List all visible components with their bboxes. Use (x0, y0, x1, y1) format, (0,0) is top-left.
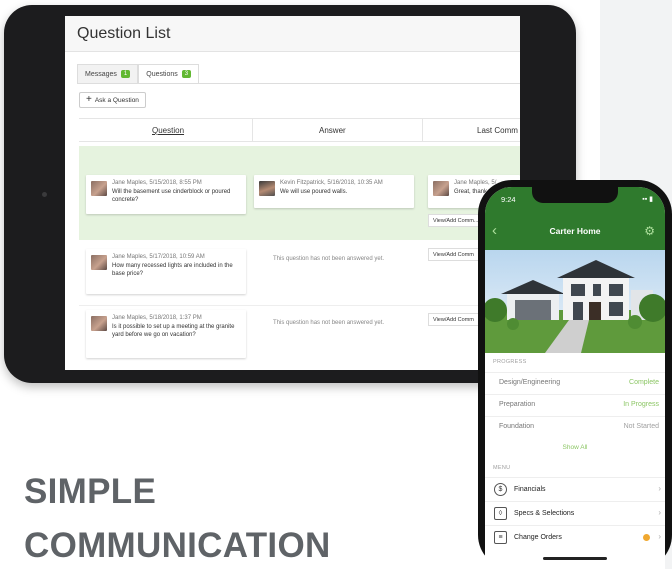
question-text: Will the basement use cinderblock or pou… (112, 188, 231, 204)
question-text: Is it possible to set up a meeting at th… (112, 323, 235, 339)
avatar (259, 181, 275, 196)
menu-item-label: Specs & Selections (514, 510, 575, 517)
table-header: Question Answer Last Comm (79, 118, 520, 142)
unanswered-status: This question has not been answered yet. (273, 320, 385, 326)
ask-question-button[interactable]: + Ask a Question (79, 92, 146, 108)
tab-bar: Messages 1 Questions 3 (77, 64, 200, 84)
tab-questions[interactable]: Questions 3 (138, 64, 200, 84)
table-row: Jane Maples, 5/15/2018, 8:55 PM Will the… (79, 146, 520, 240)
table-row: Jane Maples, 5/18/2018, 1:37 PM Is it po… (79, 310, 520, 370)
avatar (433, 181, 449, 196)
avatar (91, 255, 107, 270)
project-title: Carter Home (549, 226, 601, 236)
questions-count-badge: 3 (181, 70, 192, 78)
progress-label: Foundation (499, 423, 535, 430)
question-card: Jane Maples, 5/15/2018, 8:55 PM Will the… (86, 175, 246, 214)
view-add-comments-button[interactable]: View/Add Comm (428, 313, 479, 326)
question-meta: Jane Maples, 5/18/2018, 1:37 PM (112, 315, 202, 321)
question-text: How many recessed lights are included in… (112, 262, 233, 278)
row-divider (79, 305, 520, 306)
menu-item-financials[interactable]: $ Financials › (485, 477, 665, 501)
ask-question-label: Ask a Question (94, 96, 139, 104)
progress-row-foundation: Foundation Not Started (485, 416, 665, 437)
question-card: Jane Maples, 5/18/2018, 1:37 PM Is it po… (86, 310, 246, 358)
view-add-comments-button[interactable]: View/Add Comm... (428, 214, 484, 227)
page-title: Question List (77, 25, 171, 42)
house-illustration (485, 250, 665, 353)
tablet-screen: Question List Messages 1 Questions 3 + A… (65, 16, 520, 370)
question-meta: Jane Maples, 5/15/2018, 8:55 PM (112, 180, 202, 186)
status-time: 9:24 (501, 195, 516, 204)
tablet-camera (42, 192, 47, 197)
progress-status: In Progress (623, 401, 659, 408)
table-row: Jane Maples, 5/17/2018, 10:59 AM How man… (79, 244, 520, 304)
question-card: Jane Maples, 5/17/2018, 10:59 AM How man… (86, 249, 246, 294)
question-meta: Jane Maples, 5/17/2018, 10:59 AM (112, 254, 205, 260)
headline-line-1: SIMPLE (24, 472, 157, 511)
menu-section-label: MENU (493, 465, 511, 471)
tag-icon: ◊ (494, 507, 507, 520)
tab-questions-label: Questions (146, 70, 178, 78)
column-header-answer: Answer (319, 126, 346, 135)
progress-status: Not Started (623, 423, 659, 430)
unanswered-status: This question has not been answered yet. (273, 256, 385, 262)
phone-notch (532, 187, 618, 203)
menu-item-specs-selections[interactable]: ◊ Specs & Selections › (485, 501, 665, 525)
avatar (91, 316, 107, 331)
signal-battery-icon: ▪▪ ▮ (642, 196, 653, 203)
progress-row-design: Design/Engineering Complete (485, 372, 665, 393)
column-header-last-comment: Last Comm (477, 126, 518, 135)
progress-label: Design/Engineering (499, 379, 561, 386)
menu-item-change-orders[interactable]: ≡ Change Orders › (485, 525, 665, 549)
menu-item-label: Change Orders (514, 534, 562, 541)
progress-section-label: PROGRESS (493, 359, 527, 365)
tab-messages[interactable]: Messages 1 (77, 64, 139, 84)
question-list-header: Question List (65, 16, 520, 52)
document-icon: ≡ (494, 531, 507, 544)
notification-badge (643, 534, 650, 541)
answer-text: We will use poured walls. (280, 188, 348, 195)
progress-row-preparation: Preparation In Progress (485, 394, 665, 415)
chevron-right-icon: › (658, 532, 661, 541)
phone-device: 9:24 ▪▪ ▮ ‹ Carter Home ⚙ PROGRESS Desig… (478, 180, 672, 569)
avatar (91, 181, 107, 196)
answer-meta: Kevin Fitzpatrick, 5/16/2018, 10:35 AM (280, 180, 383, 186)
app-header: 9:24 ▪▪ ▮ ‹ Carter Home ⚙ (485, 187, 665, 250)
gear-icon[interactable]: ⚙ (644, 224, 655, 238)
show-all-link[interactable]: Show All (485, 444, 665, 451)
answer-card: Kevin Fitzpatrick, 5/16/2018, 10:35 AM W… (254, 175, 414, 208)
messages-count-badge: 1 (120, 70, 131, 78)
chevron-right-icon: › (658, 484, 661, 493)
progress-label: Preparation (499, 401, 536, 408)
plus-icon: + (86, 94, 92, 105)
menu-item-label: Financials (514, 486, 546, 493)
phone-screen: 9:24 ▪▪ ▮ ‹ Carter Home ⚙ PROGRESS Desig… (485, 187, 665, 569)
home-indicator (543, 557, 607, 560)
headline-line-2: COMMUNICATION (24, 526, 331, 565)
column-divider (422, 118, 423, 142)
tab-messages-label: Messages (85, 70, 117, 78)
dollar-icon: $ (494, 483, 507, 496)
tab-underline (77, 83, 520, 84)
column-divider (252, 118, 253, 142)
chevron-right-icon: › (658, 508, 661, 517)
house-photo (485, 250, 665, 353)
view-add-comments-button[interactable]: View/Add Comm (428, 248, 479, 261)
progress-status: Complete (629, 379, 659, 386)
column-header-question[interactable]: Question (152, 126, 184, 135)
